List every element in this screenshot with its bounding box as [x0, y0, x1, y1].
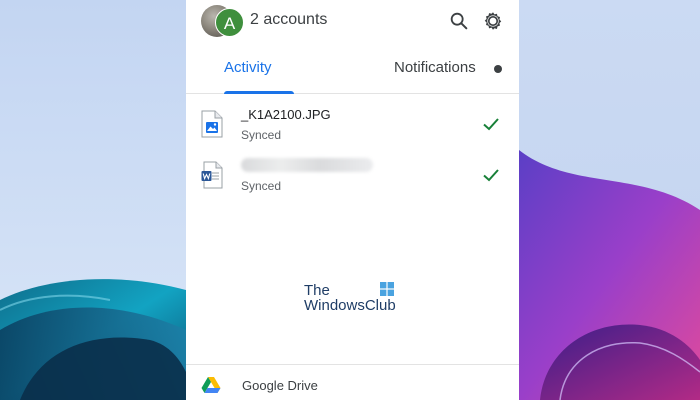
- search-icon[interactable]: [448, 10, 470, 32]
- app-name: Google Drive: [242, 378, 318, 393]
- accounts-label[interactable]: 2 accounts: [250, 11, 327, 29]
- gear-icon[interactable]: [482, 10, 504, 32]
- check-icon: [481, 114, 501, 134]
- tab-label: Notifications: [394, 59, 476, 76]
- file-name: _K1A2100.JPG: [241, 107, 331, 122]
- watermark: The WindowsClub: [304, 282, 404, 316]
- check-icon: [481, 165, 501, 185]
- account-switcher[interactable]: A: [201, 5, 249, 37]
- list-item[interactable]: _K1A2100.JPG Synced: [186, 104, 519, 156]
- list-item[interactable]: Synced: [186, 155, 519, 207]
- tab-selected-indicator: [224, 91, 294, 94]
- account-header: A 2 accounts: [186, 0, 519, 44]
- image-file-icon: [201, 110, 223, 138]
- footer[interactable]: Google Drive: [186, 364, 519, 400]
- avatar: A: [215, 8, 244, 37]
- word-file-icon: [201, 161, 223, 189]
- tab-label: Activity: [224, 59, 272, 76]
- unread-dot: [494, 65, 502, 73]
- google-drive-icon: [201, 376, 221, 394]
- sync-status: Synced: [241, 179, 282, 193]
- windows-logo-icon: [380, 282, 394, 296]
- tab-notifications[interactable]: Notifications: [394, 50, 514, 94]
- tab-activity[interactable]: Activity: [224, 50, 302, 94]
- tab-bar: Activity Notifications: [186, 50, 519, 94]
- watermark-text: WindowsClub: [304, 297, 396, 314]
- sync-status: Synced: [241, 128, 282, 142]
- google-drive-panel: A 2 accounts Activity Notifications _K1A…: [186, 0, 519, 400]
- file-name-redacted: [241, 158, 373, 172]
